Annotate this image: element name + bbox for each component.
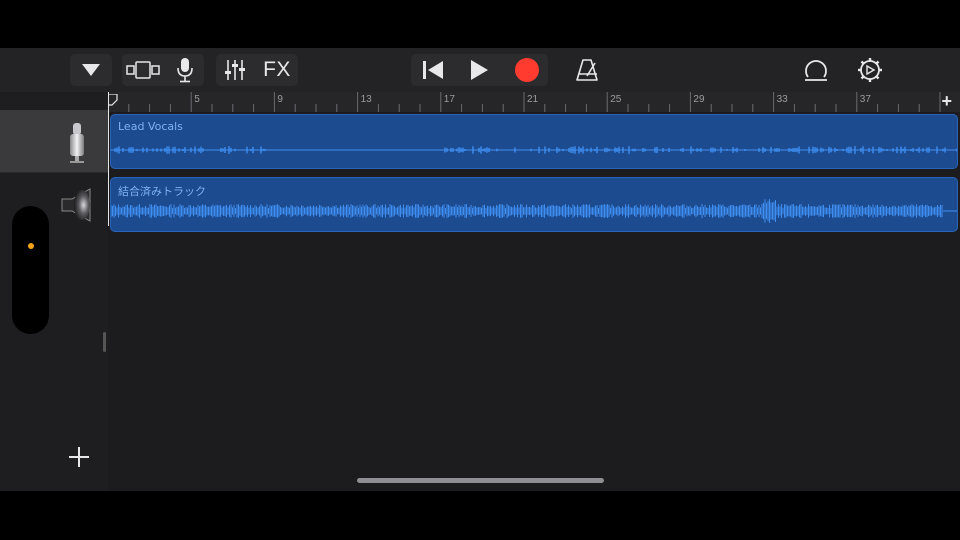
region-waveform [111,199,957,223]
track-header-lead-vocals[interactable] [0,110,108,172]
skip-back-icon [423,61,443,79]
sliders-icon [225,60,245,80]
toolbar: FX [0,48,960,92]
record-button[interactable] [507,54,547,86]
ruler-bar-label: 21 [527,94,539,105]
track-mixer-handle[interactable] [12,206,49,334]
transport-group [411,54,548,86]
tracks-area[interactable]: Lead Vocals 結合済みトラック [108,112,960,491]
add-section-button[interactable]: + [941,91,952,112]
ruler-bar-label: 29 [693,94,705,105]
play-button[interactable] [459,54,499,86]
region-waveform [111,146,957,154]
fx-button[interactable]: FX [256,54,298,86]
play-icon [471,60,488,80]
gear-icon [858,58,882,82]
add-track-button[interactable] [64,442,94,472]
track-headers [0,92,109,491]
loop-browser-button[interactable] [798,54,834,86]
track-lane-merged[interactable]: 結合済みトラック [108,174,960,236]
ruler-bar-label: 33 [776,94,788,105]
screen: FX 5 9 13 17 21 25 29 33 37 + Lead Vocal… [0,0,960,540]
ruler-bar-label: 37 [859,94,871,105]
ruler-bar-label: 25 [610,94,622,105]
condenser-microphone-icon [70,123,84,163]
timeline-ruler[interactable]: 5 9 13 17 21 25 29 33 37 + [108,91,960,113]
speaker-icon [61,188,91,222]
go-to-beginning-button[interactable] [413,54,453,86]
loop-icon [805,60,827,81]
views-button[interactable] [122,54,164,86]
region-lead-vocals[interactable]: Lead Vocals [110,114,958,169]
header-resize-handle[interactable] [103,332,106,352]
region-merged-track[interactable]: 結合済みトラック [110,177,958,232]
view-controls-group [122,54,204,86]
tracks-view-icon [126,61,160,79]
track-lane-lead-vocals[interactable]: Lead Vocals [108,112,960,174]
playhead-handle[interactable] [108,94,118,106]
microphone-icon [177,58,193,83]
plus-icon [69,447,89,467]
browser-toggle-group [70,54,112,86]
triangle-down-icon [82,64,100,76]
settings-button[interactable] [852,54,888,86]
home-indicator [357,478,604,483]
ruler-bar-label: 5 [194,94,200,105]
record-icon [515,58,539,82]
waveform-peaks [111,199,943,223]
garageband-app: FX 5 9 13 17 21 25 29 33 37 + Lead Vocal… [0,48,960,491]
browser-toggle-button[interactable] [70,54,112,86]
ruler-bar-label: 9 [277,94,283,105]
fx-label: FX [263,58,291,81]
ruler-bar-label: 17 [443,94,455,105]
mixer-button[interactable] [216,54,254,86]
smart-controls-button[interactable] [166,54,204,86]
mix-controls-group: FX [216,54,298,86]
playhead[interactable] [108,92,109,226]
metronome-icon [576,59,598,81]
track-indicator-dot [28,243,34,249]
metronome-button[interactable] [568,54,606,86]
ruler-bar-label: 13 [360,94,372,105]
